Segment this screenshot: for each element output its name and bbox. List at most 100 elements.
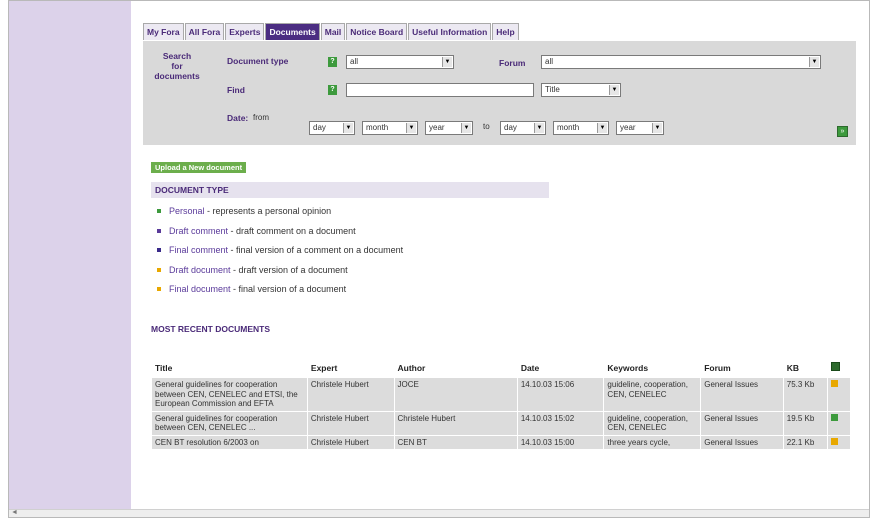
row-forum-link[interactable]: General Issues	[701, 435, 783, 449]
row-type	[827, 435, 850, 449]
col-date-header[interactable]: Date	[517, 360, 604, 377]
legend-personal-link[interactable]: Personal	[169, 206, 205, 216]
table-row[interactable]: CEN BT resolution 6/2003 on Christele Hu…	[152, 435, 850, 449]
row-date: 14.10.03 15:06	[517, 378, 604, 411]
row-title[interactable]: CEN BT resolution 6/2003 on	[152, 435, 307, 449]
draft-comment-bullet-icon	[157, 228, 161, 233]
final-comment-bullet-icon	[157, 248, 161, 253]
row-keywords: guideline, cooperation, CEN, CENELEC	[604, 411, 701, 435]
search-go-icon[interactable]: »	[837, 126, 848, 137]
tab-documents[interactable]: Documents	[265, 23, 320, 40]
tab-notice-board[interactable]: Notice Board	[346, 23, 408, 40]
browser-window: My Fora All Fora Experts Documents Mail …	[8, 0, 870, 518]
row-expert-link[interactable]: Christele Hubert	[307, 435, 394, 449]
col-title-header[interactable]: Title	[152, 360, 307, 377]
left-sidebar	[9, 1, 131, 511]
col-kb-header[interactable]: KB	[783, 360, 827, 377]
scroll-left-icon[interactable]: ◄	[11, 509, 18, 517]
legend-final-document-link[interactable]: Final document	[169, 284, 231, 294]
row-type	[827, 411, 850, 435]
tab-all-fora[interactable]: All Fora	[184, 23, 225, 40]
row-keywords: three years cycle,	[604, 435, 701, 449]
horizontal-scrollbar[interactable]: ◄	[9, 509, 869, 517]
chevron-down-icon: ▼	[534, 123, 544, 133]
legend-item: Draft document - draft version of a docu…	[151, 263, 403, 283]
table-header-row: Title Expert Author Date Keywords Forum …	[152, 360, 850, 377]
row-forum-link[interactable]: General Issues	[701, 411, 783, 435]
from-year-select[interactable]: year ▼	[425, 121, 473, 135]
legend-final-comment-link[interactable]: Final comment	[169, 245, 228, 255]
find-label: Find	[227, 85, 245, 95]
chevron-down-icon: ▼	[343, 123, 353, 133]
draft-document-bullet-icon	[157, 267, 161, 272]
chevron-down-icon: ▼	[597, 123, 607, 133]
table-row[interactable]: General guidelines for cooperation betwe…	[152, 411, 850, 435]
document-type-icon	[830, 362, 840, 371]
tab-bar: My Fora All Fora Experts Documents Mail …	[143, 23, 520, 40]
row-title[interactable]: General guidelines for cooperation betwe…	[152, 378, 307, 411]
draft-document-icon	[830, 437, 838, 445]
row-date: 14.10.03 15:00	[517, 435, 604, 449]
document-type-select[interactable]: all ▼	[346, 55, 454, 69]
chevron-down-icon: ▼	[461, 123, 471, 133]
final-document-bullet-icon	[157, 287, 161, 292]
search-title: Search for documents	[154, 51, 200, 81]
chevron-down-icon: ▼	[406, 123, 416, 133]
personal-icon	[830, 413, 838, 421]
document-type-label: Document type	[227, 56, 289, 66]
row-forum-link[interactable]: General Issues	[701, 378, 783, 411]
tab-mail[interactable]: Mail	[320, 23, 346, 40]
legend-item: Final comment - final version of a comme…	[151, 243, 403, 263]
chevron-down-icon: ▼	[609, 85, 619, 95]
col-forum-header[interactable]: Forum	[701, 360, 783, 377]
legend-draft-comment-link[interactable]: Draft comment	[169, 226, 228, 236]
tab-experts[interactable]: Experts	[225, 23, 265, 40]
to-year-select[interactable]: year ▼	[616, 121, 664, 135]
chevron-down-icon: ▼	[442, 57, 452, 67]
row-expert-link[interactable]: Christele Hubert	[307, 411, 394, 435]
col-expert-header[interactable]: Expert	[307, 360, 394, 377]
row-date: 14.10.03 15:02	[517, 411, 604, 435]
tab-help[interactable]: Help	[492, 23, 519, 40]
document-type-help-icon[interactable]: ?	[328, 57, 337, 67]
tab-my-fora[interactable]: My Fora	[143, 23, 184, 40]
find-help-icon[interactable]: ?	[328, 85, 337, 95]
row-author: CEN BT	[394, 435, 517, 449]
document-type-heading: DOCUMENT TYPE	[151, 182, 549, 198]
upload-new-document-button[interactable]: Upload a New document	[151, 162, 247, 173]
document-type-legend: Personal - represents a personal opinion…	[151, 204, 403, 302]
row-author: JOCE	[394, 378, 517, 411]
forum-label: Forum	[499, 58, 526, 68]
legend-draft-document-link[interactable]: Draft document	[169, 265, 231, 275]
forum-select[interactable]: all ▼	[541, 55, 821, 69]
date-to-label: to	[483, 122, 490, 131]
col-type-header	[827, 360, 850, 377]
legend-item: Personal - represents a personal opinion	[151, 204, 403, 224]
date-from-label: from	[253, 113, 269, 122]
from-month-select[interactable]: month ▼	[362, 121, 418, 135]
row-author: Christele Hubert	[394, 411, 517, 435]
row-kb: 19.5 Kb	[783, 411, 827, 435]
table-row[interactable]: General guidelines for cooperation betwe…	[152, 378, 850, 411]
row-kb: 75.3 Kb	[783, 378, 827, 411]
row-title[interactable]: General guidelines for cooperation betwe…	[152, 411, 307, 435]
col-author-header[interactable]: Author	[394, 360, 517, 377]
find-in-select[interactable]: Title ▼	[541, 83, 621, 97]
draft-document-icon	[830, 380, 838, 387]
legend-item: Draft comment - draft comment on a docum…	[151, 224, 403, 244]
to-day-select[interactable]: day ▼	[500, 121, 546, 135]
date-label: Date:	[227, 113, 249, 123]
row-keywords: guideline, cooperation, CEN, CENELEC	[604, 378, 701, 411]
personal-bullet-icon	[157, 209, 161, 214]
to-month-select[interactable]: month ▼	[553, 121, 609, 135]
documents-table: Title Expert Author Date Keywords Forum …	[151, 359, 851, 450]
row-expert-link[interactable]: Christele Hubert	[307, 378, 394, 411]
from-day-select[interactable]: day ▼	[309, 121, 355, 135]
legend-item: Final document - final version of a docu…	[151, 282, 403, 302]
most-recent-heading: MOST RECENT DOCUMENTS	[151, 324, 270, 334]
find-input[interactable]	[346, 83, 534, 97]
search-panel: Search for documents Document type ? all…	[143, 41, 856, 145]
row-kb: 22.1 Kb	[783, 435, 827, 449]
tab-useful-information[interactable]: Useful Information	[408, 23, 492, 40]
col-keywords-header[interactable]: Keywords	[604, 360, 701, 377]
